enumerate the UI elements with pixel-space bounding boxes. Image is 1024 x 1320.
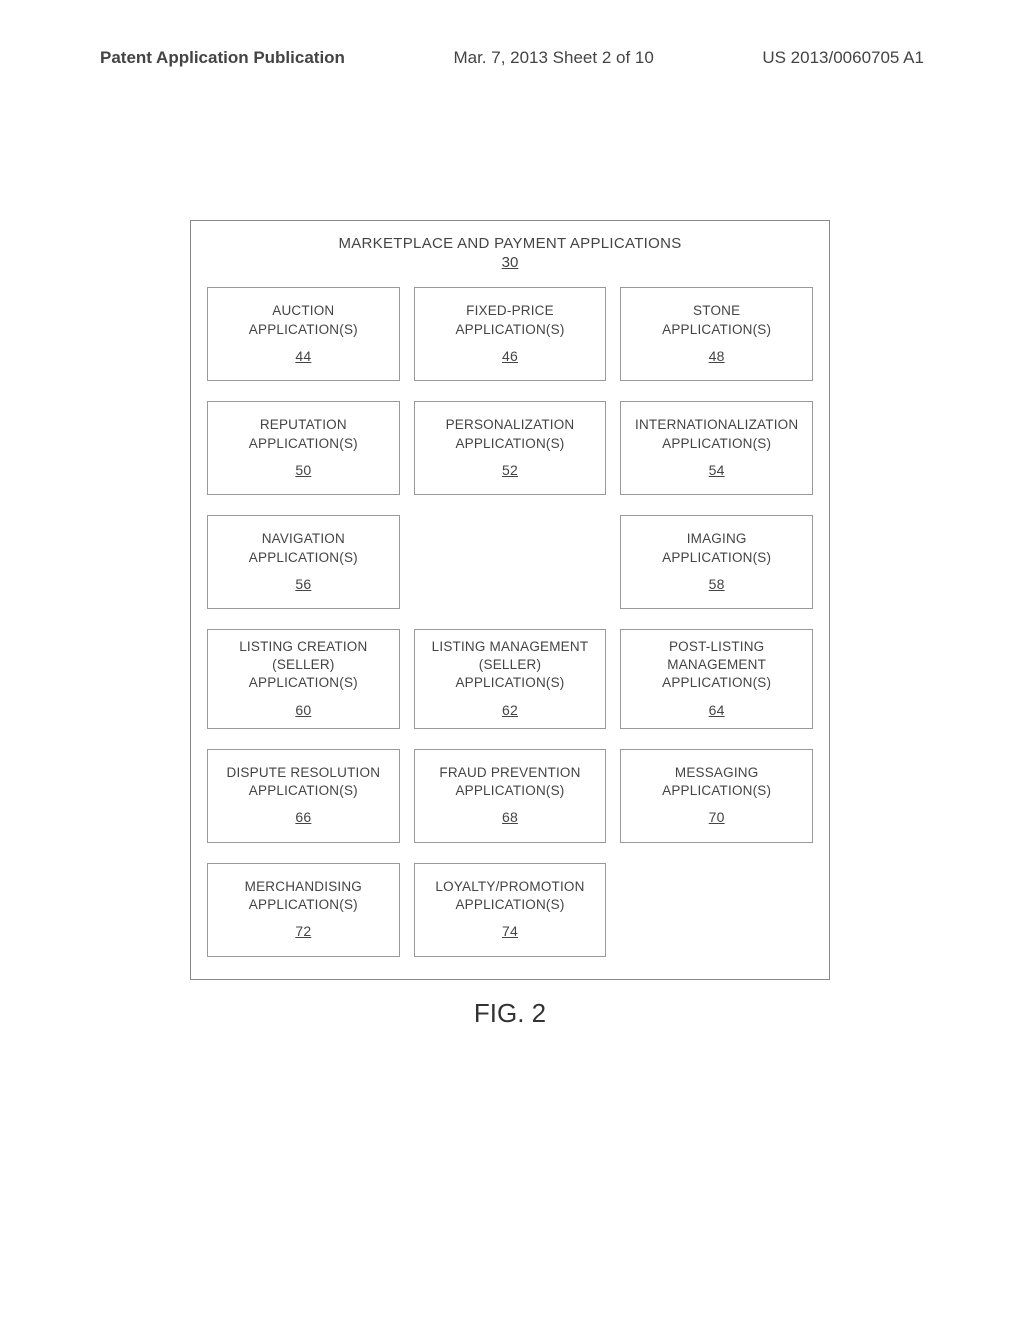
application-label: PERSONALIZATION APPLICATION(S) [446, 416, 575, 452]
reference-number: 54 [709, 461, 725, 480]
header-mid: Mar. 7, 2013 Sheet 2 of 10 [453, 48, 653, 68]
application-box: LISTING CREATION (SELLER) APPLICATION(S)… [207, 629, 400, 729]
application-label: FIXED-PRICE APPLICATION(S) [455, 302, 564, 338]
empty-cell [414, 515, 607, 609]
application-box: FRAUD PREVENTION APPLICATION(S) 68 [414, 749, 607, 843]
reference-number: 52 [502, 461, 518, 480]
figure-label: FIG. 2 [190, 998, 830, 1029]
reference-number: 58 [709, 575, 725, 594]
reference-number: 70 [709, 808, 725, 827]
application-box: FIXED-PRICE APPLICATION(S) 46 [414, 287, 607, 381]
reference-number: 64 [709, 701, 725, 720]
application-label: STONE APPLICATION(S) [662, 302, 771, 338]
application-label: POST-LISTING MANAGEMENT APPLICATION(S) [662, 638, 771, 693]
application-grid: AUCTION APPLICATION(S) 44 FIXED-PRICE APPL… [207, 287, 813, 957]
reference-number: 48 [709, 347, 725, 366]
application-label: MESSAGING APPLICATION(S) [662, 764, 771, 800]
reference-number: 44 [295, 347, 311, 366]
application-box: INTERNATIONALIZATION APPLICATION(S) 54 [620, 401, 813, 495]
application-label: IMAGING APPLICATION(S) [662, 530, 771, 566]
reference-number: 68 [502, 808, 518, 827]
reference-number: 46 [502, 347, 518, 366]
application-label: LISTING CREATION (SELLER) APPLICATION(S) [239, 638, 367, 693]
header-right: US 2013/0060705 A1 [762, 48, 924, 68]
application-box: MESSAGING APPLICATION(S) 70 [620, 749, 813, 843]
header-left: Patent Application Publication [100, 48, 345, 68]
empty-cell [620, 863, 813, 957]
application-label: FRAUD PREVENTION APPLICATION(S) [439, 764, 580, 800]
application-box: PERSONALIZATION APPLICATION(S) 52 [414, 401, 607, 495]
reference-number: 56 [295, 575, 311, 594]
reference-number: 72 [295, 922, 311, 941]
application-box: DISPUTE RESOLUTION APPLICATION(S) 66 [207, 749, 400, 843]
reference-number: 74 [502, 922, 518, 941]
diagram-area: MARKETPLACE AND PAYMENT APPLICATIONS 30 … [190, 220, 830, 1029]
application-label: LOYALTY/PROMOTION APPLICATION(S) [435, 878, 584, 914]
application-label: INTERNATIONALIZATION APPLICATION(S) [635, 416, 798, 452]
application-box: LOYALTY/PROMOTION APPLICATION(S) 74 [414, 863, 607, 957]
application-label: NAVIGATION APPLICATION(S) [249, 530, 358, 566]
application-box: STONE APPLICATION(S) 48 [620, 287, 813, 381]
application-box: LISTING MANAGEMENT (SELLER) APPLICATION(… [414, 629, 607, 729]
application-box: AUCTION APPLICATION(S) 44 [207, 287, 400, 381]
page-header: Patent Application Publication Mar. 7, 2… [0, 48, 1024, 68]
application-box: NAVIGATION APPLICATION(S) 56 [207, 515, 400, 609]
reference-number: 50 [295, 461, 311, 480]
outer-box: MARKETPLACE AND PAYMENT APPLICATIONS 30 … [190, 220, 830, 980]
application-box: MERCHANDISING APPLICATION(S) 72 [207, 863, 400, 957]
application-label: LISTING MANAGEMENT (SELLER) APPLICATION(… [432, 638, 589, 693]
application-label: AUCTION APPLICATION(S) [249, 302, 358, 338]
outer-ref: 30 [207, 254, 813, 271]
application-box: REPUTATION APPLICATION(S) 50 [207, 401, 400, 495]
reference-number: 66 [295, 808, 311, 827]
application-label: DISPUTE RESOLUTION APPLICATION(S) [227, 764, 381, 800]
application-box: POST-LISTING MANAGEMENT APPLICATION(S) 64 [620, 629, 813, 729]
application-box: IMAGING APPLICATION(S) 58 [620, 515, 813, 609]
application-label: MERCHANDISING APPLICATION(S) [245, 878, 362, 914]
reference-number: 62 [502, 701, 518, 720]
outer-title: MARKETPLACE AND PAYMENT APPLICATIONS [207, 235, 813, 252]
application-label: REPUTATION APPLICATION(S) [249, 416, 358, 452]
reference-number: 60 [295, 701, 311, 720]
